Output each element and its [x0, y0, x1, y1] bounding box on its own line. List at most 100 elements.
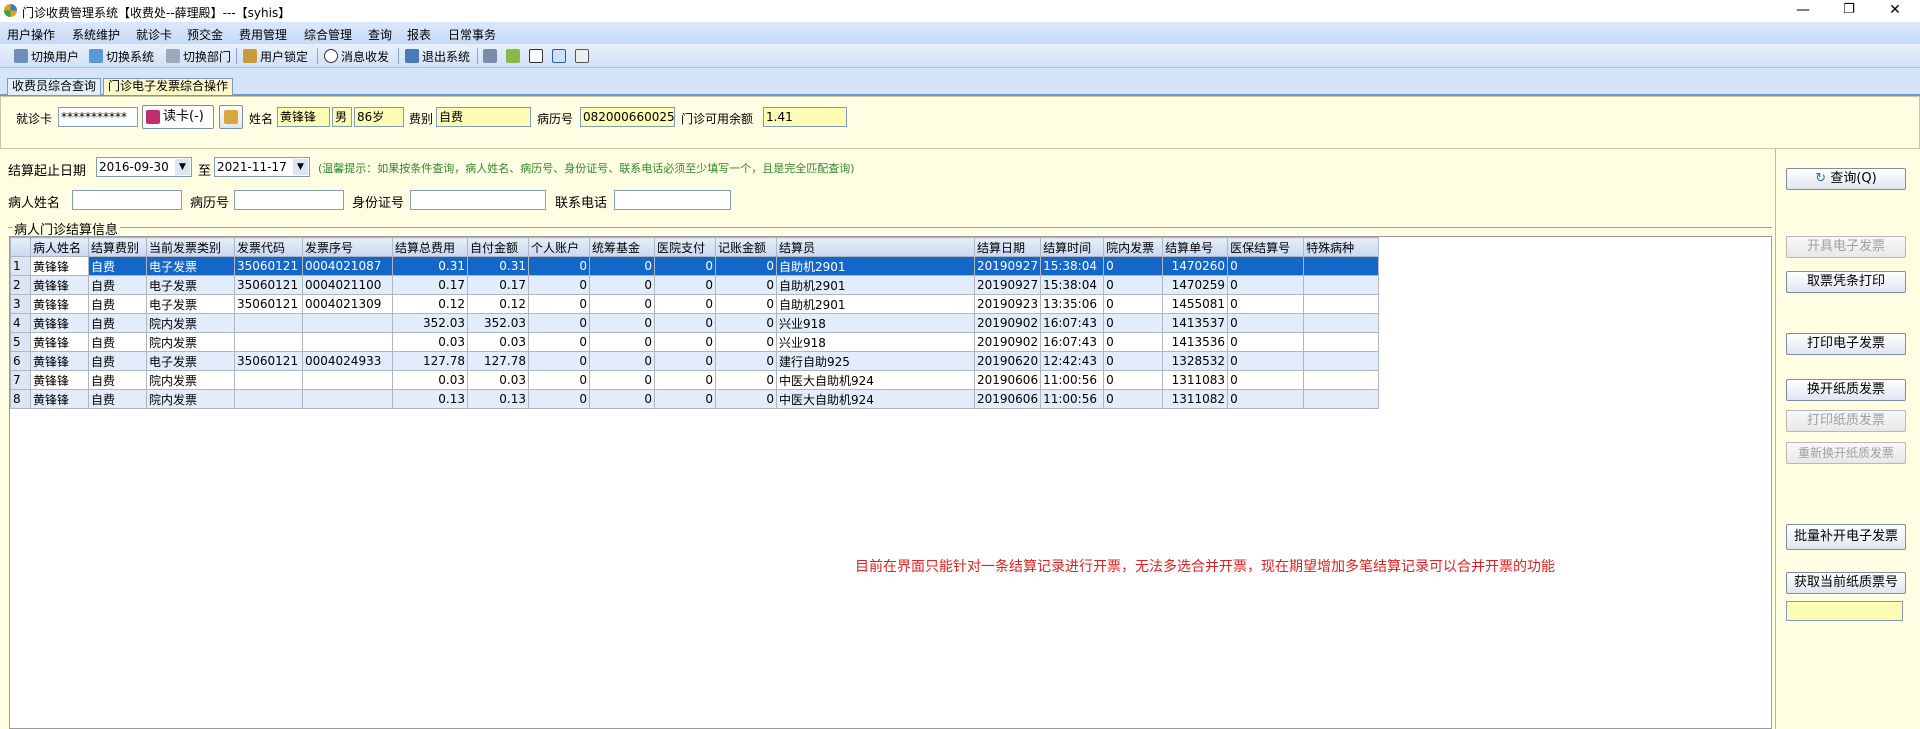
cell-operator[interactable]: 中医大自助机924: [776, 389, 975, 409]
take-receipt-button[interactable]: 取票凭条打印: [1786, 271, 1906, 293]
menu-user-ops[interactable]: 用户操作: [7, 26, 55, 43]
cell-in-house-invoice[interactable]: 0: [1103, 389, 1164, 409]
cell-invoice-serial[interactable]: [302, 313, 393, 333]
read-card-button[interactable]: 读卡(-): [142, 105, 214, 129]
column-header-charged-amount[interactable]: 记账金额: [715, 237, 777, 257]
user-lock-button[interactable]: 用户锁定: [243, 47, 308, 65]
row-number[interactable]: 7: [10, 370, 31, 390]
cell-settle-time[interactable]: 11:00:56: [1040, 389, 1105, 409]
cell-patient-name[interactable]: 黄锋锋: [30, 313, 89, 333]
column-header-invoice-type[interactable]: 当前发票类别: [146, 237, 235, 257]
cell-in-house-invoice[interactable]: 0: [1103, 351, 1164, 371]
cell-insurance-no[interactable]: 0: [1227, 313, 1305, 333]
cell-pooled-fund[interactable]: 0: [589, 370, 655, 390]
cell-self-paid[interactable]: 0.17: [467, 275, 529, 295]
cell-hospital-paid[interactable]: 0: [654, 370, 716, 390]
edit-icon[interactable]: [483, 49, 497, 63]
column-header-insurance-no[interactable]: 医保结算号: [1227, 237, 1305, 257]
medal-icon[interactable]: [506, 49, 520, 63]
cell-charged-amount[interactable]: 0: [715, 294, 777, 314]
cell-self-paid[interactable]: 0.12: [467, 294, 529, 314]
cell-self-paid[interactable]: 0.31: [467, 256, 529, 276]
cell-operator[interactable]: 兴业918: [776, 313, 975, 333]
switch-system-button[interactable]: 切换系统: [89, 47, 154, 65]
cell-invoice-type[interactable]: 电子发票: [146, 275, 235, 295]
cell-settle-date[interactable]: 20190902: [973, 313, 1042, 333]
cell-settle-date[interactable]: 20190927: [973, 275, 1042, 295]
row-number[interactable]: 4: [10, 313, 31, 333]
cell-invoice-type[interactable]: 电子发票: [146, 294, 235, 314]
cell-settle-date[interactable]: 20190902: [973, 332, 1042, 352]
cell-invoice-serial[interactable]: 0004021309: [302, 294, 393, 314]
minimize-button[interactable]: —: [1780, 0, 1826, 22]
cell-fee-category[interactable]: 自费: [88, 370, 147, 390]
table-row[interactable]: 5 黄锋锋 自费 院内发票 0.03 0.03 0 0 0 0 兴业918 20190902 16:07…: [10, 332, 1380, 352]
card-field[interactable]: ***********: [58, 107, 138, 127]
cell-invoice-serial[interactable]: 0004021100: [302, 275, 393, 295]
print-e-invoice-button[interactable]: 打印电子发票: [1786, 333, 1906, 355]
cell-charged-amount[interactable]: 0: [715, 370, 777, 390]
cell-self-paid[interactable]: 127.78: [467, 351, 529, 371]
tab-e-invoice-ops[interactable]: 门诊电子发票综合操作: [103, 78, 234, 95]
column-header-invoice-code[interactable]: 发票代码: [234, 237, 303, 257]
cell-in-house-invoice[interactable]: 0: [1103, 313, 1164, 333]
cell-invoice-type[interactable]: 院内发票: [146, 332, 235, 352]
cell-fee-category[interactable]: 自费: [88, 332, 147, 352]
cell-hospital-paid[interactable]: 0: [654, 332, 716, 352]
cell-operator[interactable]: 自助机2901: [776, 294, 975, 314]
cell-invoice-code[interactable]: [234, 370, 303, 390]
columns-icon[interactable]: [552, 49, 566, 63]
cell-special-disease[interactable]: [1303, 389, 1380, 409]
cell-settlement-no[interactable]: 1455081: [1162, 294, 1229, 314]
cell-fee-category[interactable]: 自费: [88, 275, 147, 295]
cell-patient-name[interactable]: 黄锋锋: [30, 351, 89, 371]
cell-pooled-fund[interactable]: 0: [589, 313, 655, 333]
cell-in-house-invoice[interactable]: 0: [1103, 370, 1164, 390]
print-paper-invoice-button[interactable]: 打印纸质发票: [1786, 410, 1906, 432]
cell-charged-amount[interactable]: 0: [715, 275, 777, 295]
cell-insurance-no[interactable]: 0: [1227, 370, 1305, 390]
cell-settlement-no[interactable]: 1470260: [1162, 256, 1229, 276]
cell-insurance-no[interactable]: 0: [1227, 332, 1305, 352]
cell-settle-date[interactable]: 20190923: [973, 294, 1042, 314]
cell-hospital-paid[interactable]: 0: [654, 275, 716, 295]
cell-invoice-code[interactable]: 35060121: [234, 275, 303, 295]
column-header-settle-time[interactable]: 结算时间: [1040, 237, 1105, 257]
date-from-picker[interactable]: 2016-09-30 ▼: [96, 157, 192, 177]
cell-pooled-fund[interactable]: 0: [589, 256, 655, 276]
cell-pooled-fund[interactable]: 0: [589, 389, 655, 409]
cell-charged-amount[interactable]: 0: [715, 256, 777, 276]
record-no-input[interactable]: [234, 190, 344, 210]
table-row[interactable]: 7 黄锋锋 自费 院内发票 0.03 0.03 0 0 0 0 中医大自助机924 20190606 1…: [10, 370, 1380, 390]
cell-special-disease[interactable]: [1303, 370, 1380, 390]
cell-invoice-code[interactable]: [234, 332, 303, 352]
row-number[interactable]: 5: [10, 332, 31, 352]
row-number[interactable]: 1: [10, 256, 31, 276]
cell-in-house-invoice[interactable]: 0: [1103, 332, 1164, 352]
cell-self-paid[interactable]: 0.13: [467, 389, 529, 409]
cell-settlement-no[interactable]: 1328532: [1162, 351, 1229, 371]
cell-invoice-type[interactable]: 院内发票: [146, 370, 235, 390]
cell-patient-name[interactable]: 黄锋锋: [30, 294, 89, 314]
menu-prepayment[interactable]: 预交金: [187, 26, 223, 43]
table-row[interactable]: 4 黄锋锋 自费 院内发票 352.03 352.03 0 0 0 0 兴业918 20190902 1…: [10, 313, 1380, 333]
cell-settle-time[interactable]: 12:42:43: [1040, 351, 1105, 371]
cell-special-disease[interactable]: [1303, 294, 1380, 314]
patient-name-input[interactable]: [72, 190, 182, 210]
cell-insurance-no[interactable]: 0: [1227, 256, 1305, 276]
cell-personal-account[interactable]: 0: [528, 275, 590, 295]
cell-operator[interactable]: 中医大自助机924: [776, 370, 975, 390]
cell-self-paid[interactable]: 0.03: [467, 370, 529, 390]
table-row[interactable]: 6 黄锋锋 自费 电子发票 35060121 0004024933 127.78 127.78…: [10, 351, 1380, 371]
issue-e-invoice-button[interactable]: 开具电子发票: [1786, 236, 1906, 258]
message-button[interactable]: 消息收发: [324, 47, 389, 65]
cell-fee-category[interactable]: 自费: [88, 389, 147, 409]
row-number[interactable]: 2: [10, 275, 31, 295]
cell-invoice-code[interactable]: 35060121: [234, 294, 303, 314]
column-header-settlement-no[interactable]: 结算单号: [1162, 237, 1229, 257]
column-header-pooled-fund[interactable]: 统筹基金: [589, 237, 655, 257]
cell-fee-category[interactable]: 自费: [88, 256, 147, 276]
close-button[interactable]: ✕: [1872, 0, 1918, 22]
cell-self-paid[interactable]: 352.03: [467, 313, 529, 333]
column-header-self-paid[interactable]: 自付金额: [467, 237, 529, 257]
